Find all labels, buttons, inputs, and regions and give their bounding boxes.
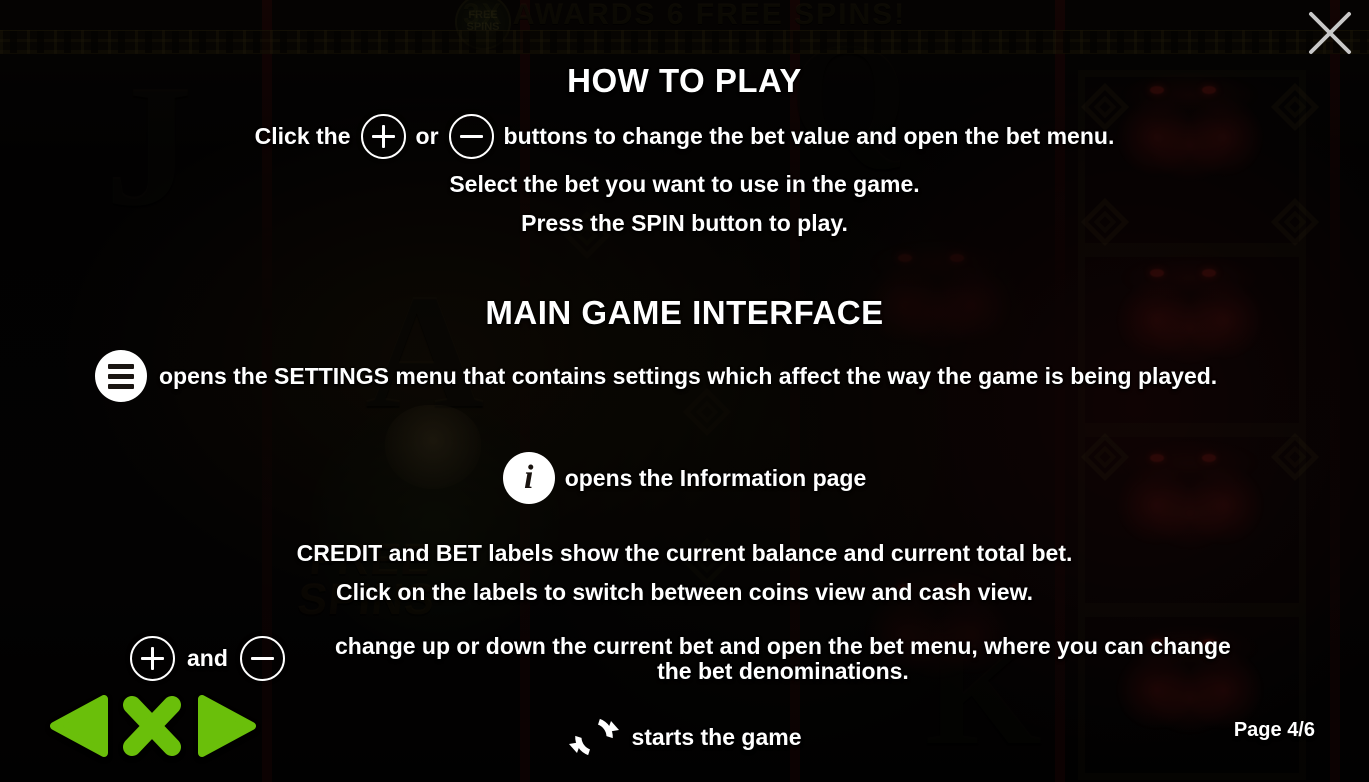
x-close-icon[interactable] [116,693,188,764]
help-text-content: HOW TO PLAY Click the or buttons to chan… [0,62,1369,782]
how-to-play-line1-mid: or [415,123,439,149]
plus-circle-icon[interactable] [130,636,175,682]
triangle-right-icon[interactable] [194,693,256,764]
help-overlay-screen: J A Q K FREE SPINS 3X [0,0,1369,782]
minus-circle-icon[interactable] [239,636,285,682]
close-icon[interactable] [1303,6,1357,60]
spin-description: starts the game [631,723,802,750]
credit-bet-line-1: CREDIT and BET labels show the current b… [296,540,1073,567]
settings-description: opens the SETTINGS menu that contains se… [159,362,1218,389]
settings-row: opens the SETTINGS menu that contains se… [0,350,1369,403]
info-icon[interactable]: i [502,452,555,505]
how-to-play-heading: HOW TO PLAY [567,62,802,99]
how-to-play-line-2: Select the bet you want to use in the ga… [449,171,920,197]
how-to-play-line-3: Press the SPIN button to play. [521,209,848,236]
bet-controls-row: and change up or down the current bet an… [0,632,1369,685]
settings-hamburger-icon[interactable] [95,350,147,403]
bet-controls-description-line2: the bet denominations. [657,657,909,684]
main-game-interface-heading: MAIN GAME INTERFACE [485,294,884,332]
help-content-layer: HOW TO PLAY Click the or buttons to chan… [0,0,1369,782]
how-to-play-line1-post: buttons to change the bet value and open… [503,123,1115,149]
info-row: i opens the Information page [0,452,1369,505]
help-navigation [48,693,256,764]
plus-circle-icon[interactable] [360,114,406,159]
bet-controls-and-label: and [187,645,228,672]
bet-controls-description-line1: change up or down the current bet and op… [335,632,1231,659]
triangle-left-icon[interactable] [48,693,110,764]
info-description: opens the Information page [564,464,867,491]
bet-controls-description: change up or down the current bet and op… [297,632,1269,685]
page-indicator: Page 4/6 [1233,719,1315,741]
minus-circle-icon[interactable] [448,114,494,159]
credit-bet-line-2: Click on the labels to switch between co… [335,578,1034,605]
spin-refresh-icon[interactable] [567,710,621,764]
how-to-play-line-1: Click the or buttons to change the bet v… [0,114,1369,159]
how-to-play-line1-pre: Click the [254,123,351,149]
